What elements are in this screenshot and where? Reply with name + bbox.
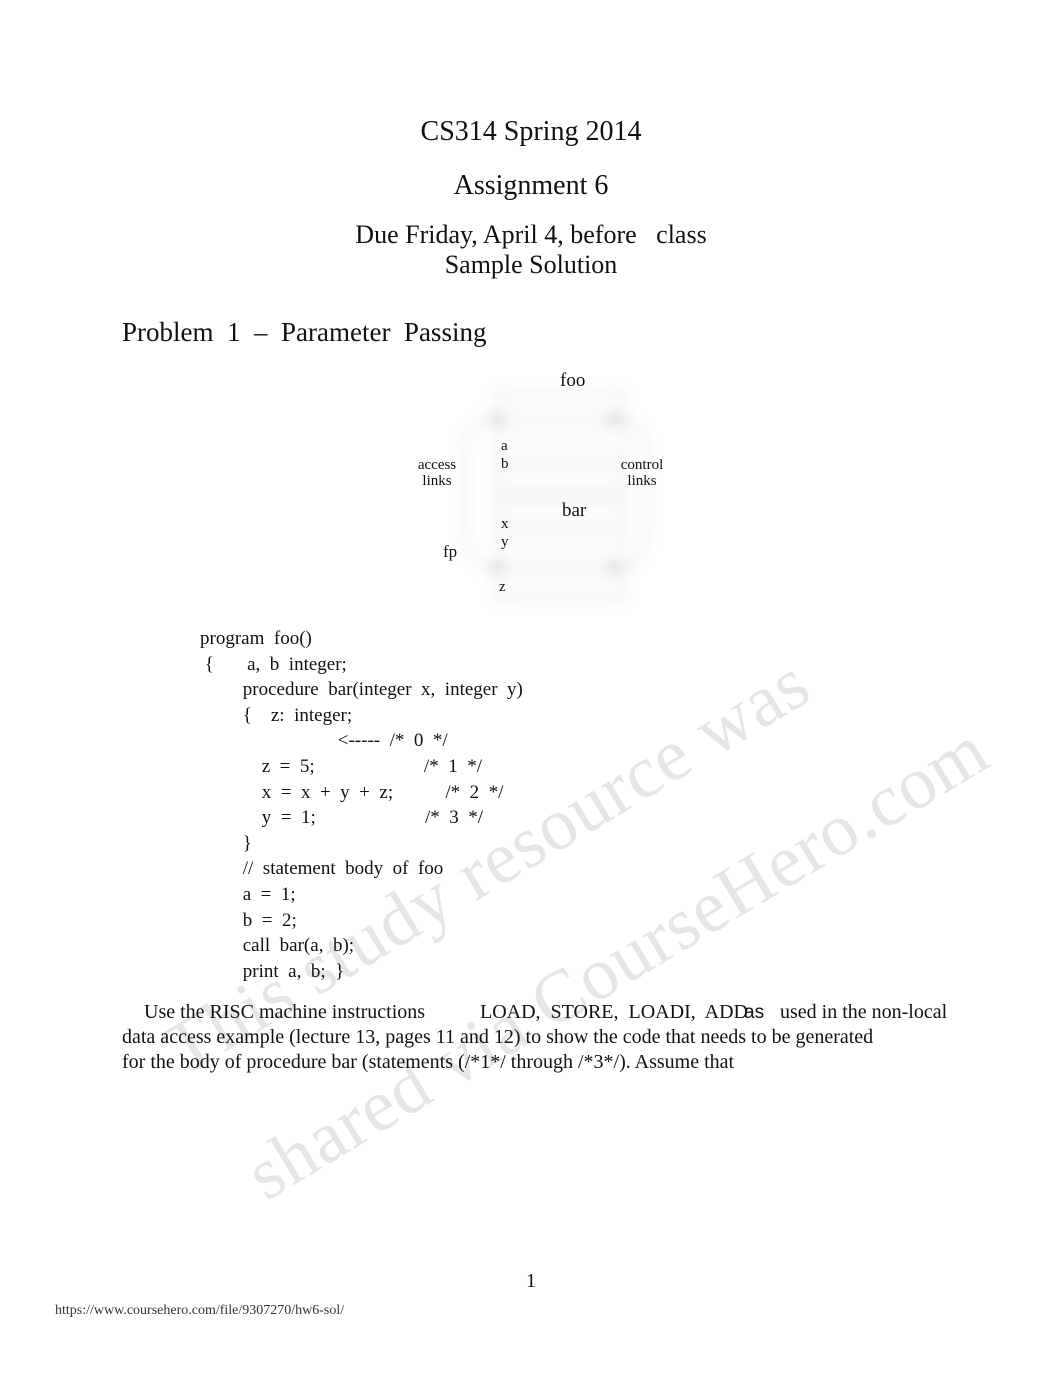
code-line: { a, b integer; — [200, 653, 347, 675]
code-line: // statement body of foo — [200, 858, 444, 880]
code-listing: program foo() { a, b integer; procedure … — [200, 626, 523, 984]
foo-frame-divider-top — [497, 419, 621, 421]
paragraph-line-1: Use the RISC machine instructions LOAD, … — [122, 1000, 947, 1025]
code-line: b = 2; — [200, 909, 297, 931]
foo-frame-divider-mid — [497, 463, 621, 465]
code-line: <----- /* 0 */ — [200, 730, 448, 752]
diagram-label-y: y — [501, 534, 509, 550]
course-title: CS314 Spring 2014 — [420, 116, 642, 147]
paragraph-segment-instructions: LOAD, STORE, LOADI, ADD — [480, 1001, 748, 1023]
stack-frame-diagram: foo a b access links control links bar x… — [400, 360, 740, 610]
diagram-label-z: z — [499, 579, 506, 595]
stack-frame-figure — [463, 385, 647, 600]
paragraph-segment-intro: Use the RISC machine instructions — [144, 1001, 426, 1023]
document-page: This study resource was shared via Cours… — [0, 0, 1062, 1377]
sample-solution-line: Sample Solution — [444, 250, 618, 279]
diagram-label-foo: foo — [560, 370, 586, 391]
paragraph-line-2: data access example (lecture 13, pages 1… — [122, 1026, 874, 1048]
diagram-label-control-links: control links — [620, 457, 664, 489]
code-line: } — [200, 832, 252, 854]
control-link-curve — [611, 415, 647, 571]
footer-source-url[interactable]: https://www.coursehero.com/file/9307270/… — [55, 1303, 344, 1319]
diagram-label-fp: fp — [443, 542, 458, 561]
bar-frame-divider-mid — [497, 567, 621, 569]
code-line: procedure bar(integer x, integer y) — [200, 679, 523, 701]
code-line: y = 1; /* 3 */ — [200, 807, 484, 829]
code-line: { z: integer; — [200, 704, 353, 726]
problem-heading: Problem 1 – Parameter Passing — [122, 317, 487, 347]
code-line: print a, b; } — [200, 960, 345, 982]
paragraph-segment-overlap: as — [744, 1002, 765, 1023]
watermark-overlay: This study resource was shared via Cours… — [0, 0, 1062, 1377]
paragraph-line-3: for the body of procedure bar (statement… — [122, 1051, 735, 1073]
assignment-title: Assignment 6 — [453, 170, 609, 201]
page-number: 1 — [526, 1270, 536, 1292]
control-link-dot-foo — [609, 415, 618, 424]
foo-frame-box — [497, 391, 625, 495]
paragraph-segment-tail: used in the non-local — [780, 1001, 948, 1023]
code-line: z = 5; /* 1 */ — [200, 755, 482, 777]
control-link-dot-bar — [609, 563, 618, 572]
diagram-label-b: b — [501, 456, 509, 472]
code-line: program foo() — [200, 628, 312, 649]
code-line: call bar(a, b); — [200, 935, 355, 957]
diagram-label-access-links: access links — [417, 457, 457, 489]
code-line: a = 1; — [200, 883, 296, 905]
access-link-curve — [463, 415, 499, 571]
access-link-dot-foo — [493, 415, 502, 424]
bar-frame-divider-top — [497, 525, 621, 527]
diagram-label-x: x — [501, 516, 509, 532]
access-link-dot-bar — [493, 563, 502, 572]
body-paragraph: Use the RISC machine instructions LOAD, … — [122, 1000, 947, 1075]
bar-frame-box — [497, 497, 625, 599]
due-date-line: Due Friday, April 4, before class — [355, 220, 707, 249]
code-line: x = x + y + z; /* 2 */ — [200, 781, 504, 803]
diagram-label-a: a — [501, 438, 508, 454]
diagram-label-bar: bar — [562, 500, 587, 521]
